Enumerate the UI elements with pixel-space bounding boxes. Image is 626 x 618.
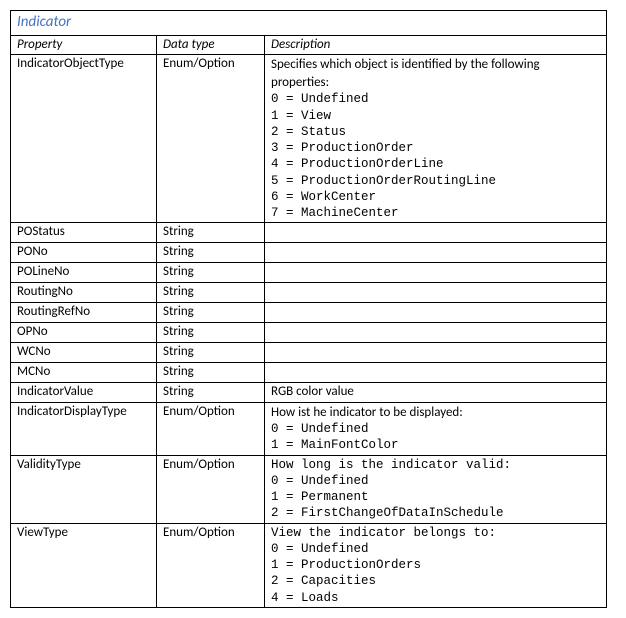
enum-line: 1 = Permanent <box>271 489 600 505</box>
cell-property: POStatus <box>11 223 157 243</box>
cell-datatype: String <box>157 362 265 382</box>
table-header-row: Property Data type Description <box>11 35 607 55</box>
cell-property: MCNo <box>11 362 157 382</box>
cell-description <box>265 303 607 323</box>
cell-property: POLineNo <box>11 263 157 283</box>
cell-datatype: String <box>157 223 265 243</box>
cell-datatype: String <box>157 283 265 303</box>
enum-line: 5 = ProductionOrderRoutingLine <box>271 173 600 189</box>
cell-description <box>265 342 607 362</box>
enum-line: 3 = ProductionOrder <box>271 140 600 156</box>
cell-description <box>265 223 607 243</box>
cell-description: How ist he indicator to be displayed: 0 … <box>265 402 607 455</box>
row-opno: OPNo String <box>11 322 607 342</box>
cell-property: ViewType <box>11 523 157 607</box>
cell-datatype: String <box>157 303 265 323</box>
enum-line: 4 = Loads <box>271 590 600 606</box>
enum-line: 1 = MainFontColor <box>271 437 600 453</box>
desc-intro: View the indicator belongs to: <box>271 525 600 541</box>
row-indicatorvalue: IndicatorValue String RGB color value <box>11 382 607 402</box>
row-postatus: POStatus String <box>11 223 607 243</box>
enum-line: 0 = Undefined <box>271 421 600 437</box>
row-indicator-object-type: IndicatorObjectType Enum/Option Specifie… <box>11 55 607 223</box>
cell-property: IndicatorDisplayType <box>11 402 157 455</box>
cell-description: RGB color value <box>265 382 607 402</box>
cell-description: View the indicator belongs to: 0 = Undef… <box>265 523 607 607</box>
cell-property: IndicatorObjectType <box>11 55 157 223</box>
row-pono: PONo String <box>11 243 607 263</box>
cell-description <box>265 362 607 382</box>
cell-description <box>265 283 607 303</box>
enum-line: 0 = Undefined <box>271 473 600 489</box>
cell-description <box>265 322 607 342</box>
row-validitytype: ValidityType Enum/Option How long is the… <box>11 455 607 523</box>
row-indicatordisplaytype: IndicatorDisplayType Enum/Option How ist… <box>11 402 607 455</box>
table-title-row: Indicator <box>11 11 607 36</box>
desc-intro: How long is the indicator valid: <box>271 457 600 473</box>
col-header-property: Property <box>11 35 157 55</box>
cell-datatype: String <box>157 342 265 362</box>
row-wcno: WCNo String <box>11 342 607 362</box>
table-title: Indicator <box>11 11 607 36</box>
cell-property: WCNo <box>11 342 157 362</box>
enum-line: 0 = Undefined <box>271 91 600 107</box>
enum-line: 2 = Capacities <box>271 573 600 589</box>
desc-intro: Specifies which object is identified by … <box>271 56 600 91</box>
desc-intro: How ist he indicator to be displayed: <box>271 404 600 422</box>
cell-property: PONo <box>11 243 157 263</box>
enum-line: 0 = Undefined <box>271 541 600 557</box>
row-mcno: MCNo String <box>11 362 607 382</box>
enum-line: 2 = FirstChangeOfDataInSchedule <box>271 505 600 521</box>
cell-description <box>265 263 607 283</box>
row-polineno: POLineNo String <box>11 263 607 283</box>
enum-line: 6 = WorkCenter <box>271 189 600 205</box>
col-header-datatype: Data type <box>157 35 265 55</box>
cell-property: OPNo <box>11 322 157 342</box>
cell-datatype: Enum/Option <box>157 402 265 455</box>
cell-description: Specifies which object is identified by … <box>265 55 607 223</box>
cell-description <box>265 243 607 263</box>
enum-line: 1 = View <box>271 108 600 124</box>
col-header-description: Description <box>265 35 607 55</box>
cell-datatype: String <box>157 382 265 402</box>
row-routingno: RoutingNo String <box>11 283 607 303</box>
cell-datatype: String <box>157 322 265 342</box>
enum-line: 7 = MachineCenter <box>271 205 600 221</box>
cell-datatype: String <box>157 243 265 263</box>
enum-line: 2 = Status <box>271 124 600 140</box>
enum-line: 4 = ProductionOrderLine <box>271 156 600 172</box>
cell-datatype: String <box>157 263 265 283</box>
cell-property: RoutingNo <box>11 283 157 303</box>
indicator-table: Indicator Property Data type Description… <box>10 10 607 608</box>
cell-property: ValidityType <box>11 455 157 523</box>
row-viewtype: ViewType Enum/Option View the indicator … <box>11 523 607 607</box>
cell-description: How long is the indicator valid: 0 = Und… <box>265 455 607 523</box>
cell-datatype: Enum/Option <box>157 455 265 523</box>
cell-property: IndicatorValue <box>11 382 157 402</box>
cell-property: RoutingRefNo <box>11 303 157 323</box>
row-routingrefno: RoutingRefNo String <box>11 303 607 323</box>
cell-datatype: Enum/Option <box>157 55 265 223</box>
enum-line: 1 = ProductionOrders <box>271 557 600 573</box>
cell-datatype: Enum/Option <box>157 523 265 607</box>
